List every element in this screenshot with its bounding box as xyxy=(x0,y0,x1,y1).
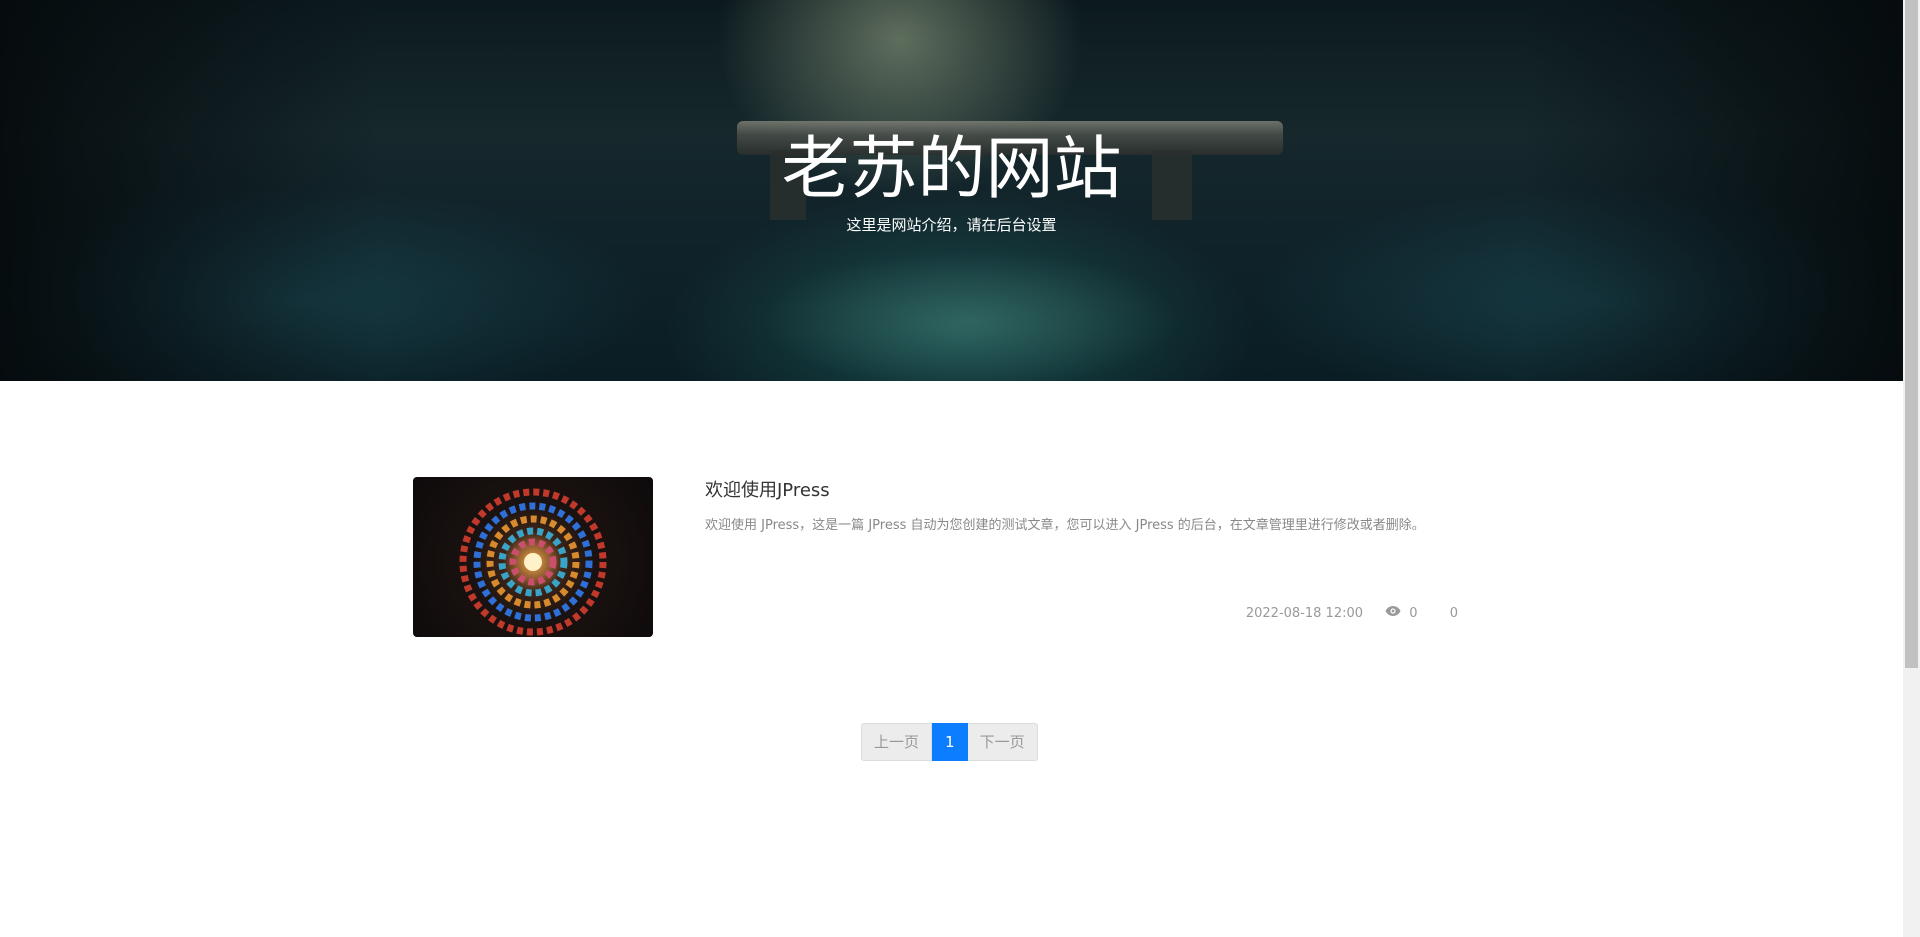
page-number-button[interactable]: 1 xyxy=(932,723,968,761)
article-meta: 2022-08-18 12:00 0 0 xyxy=(1246,604,1458,625)
site-title: 老苏的网站 xyxy=(781,130,1122,209)
prev-page-button[interactable]: 上一页 xyxy=(861,723,933,761)
article-summary: 欢迎使用 JPress，这是一篇 JPress 自动为您创建的测试文章，您可以进… xyxy=(705,518,1425,533)
article-comment-count: 0 xyxy=(1449,606,1458,621)
article-card: 欢迎使用JPress 欢迎使用 JPress，这是一篇 JPress 自动为您创… xyxy=(413,477,1458,637)
hero-banner: 老苏的网站 这里是网站介绍，请在后台设置 xyxy=(0,0,1903,381)
scrollbar-thumb[interactable] xyxy=(1905,0,1918,668)
eye-icon xyxy=(1385,604,1401,624)
hero-background-path xyxy=(760,250,1180,381)
page: 老苏的网站 这里是网站介绍，请在后台设置 欢迎使用JPress 欢迎使用 JPr… xyxy=(0,0,1920,937)
vertical-scrollbar[interactable] xyxy=(1903,0,1920,937)
article-date: 2022-08-18 12:00 xyxy=(1245,606,1364,621)
article-title-link[interactable]: 欢迎使用JPress xyxy=(705,477,830,505)
pagination: 上一页 1 下一页 xyxy=(861,723,1038,761)
article-thumbnail[interactable] xyxy=(413,477,653,637)
spiral-stained-glass-image xyxy=(459,488,607,636)
article-view-count: 0 xyxy=(1409,606,1418,621)
site-description: 这里是网站介绍，请在后台设置 xyxy=(846,216,1057,234)
next-page-button[interactable]: 下一页 xyxy=(967,723,1038,761)
